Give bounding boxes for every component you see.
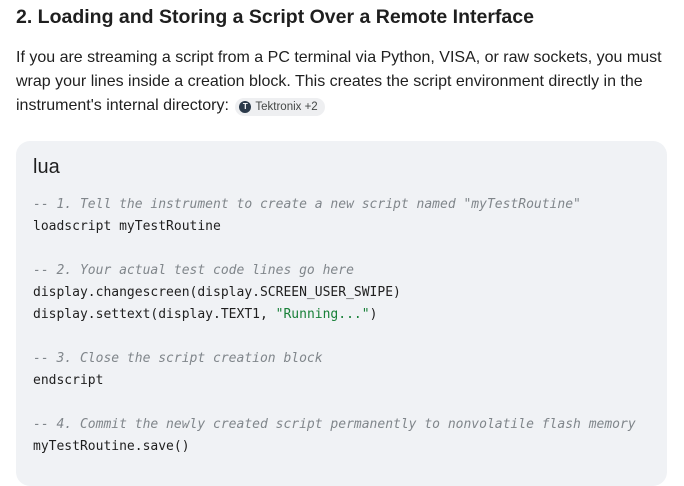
- code-token-code: display.changescreen(display.SCREEN_USER…: [33, 285, 401, 300]
- paragraph-text: If you are streaming a script from a PC …: [16, 49, 662, 114]
- code-token-code: myTestRoutine.save(): [33, 439, 190, 454]
- page: 2. Loading and Storing a Script Over a R…: [0, 0, 684, 486]
- tektronix-logo-icon: T: [239, 101, 252, 113]
- code-token-comment: -- 3. Close the script creation block: [33, 351, 323, 366]
- code-token-code: display.settext(display.TEXT1,: [33, 307, 276, 322]
- code-line: endscript: [33, 370, 636, 392]
- code-line: -- 2. Your actual test code lines go her…: [33, 260, 636, 282]
- code-line: -- 3. Close the script creation block: [33, 348, 636, 370]
- code-token-code: loadscript myTestRoutine: [33, 219, 221, 234]
- code-token-comment: -- 1. Tell the instrument to create a ne…: [33, 197, 581, 212]
- code-line: display.settext(display.TEXT1, "Running.…: [33, 304, 636, 326]
- section-paragraph: If you are streaming a script from a PC …: [16, 46, 676, 118]
- code-block: lua -- 1. Tell the instrument to create …: [16, 141, 667, 486]
- code-token-code: ): [369, 307, 378, 322]
- code-language-label: lua: [33, 156, 60, 178]
- source-chip[interactable]: T Tektronix +2: [235, 98, 325, 116]
- code-line: -- 4. Commit the newly created script pe…: [33, 414, 636, 436]
- code-line: -- 1. Tell the instrument to create a ne…: [33, 194, 636, 216]
- code-body[interactable]: -- 1. Tell the instrument to create a ne…: [33, 194, 636, 458]
- code-line: loadscript myTestRoutine: [33, 216, 636, 238]
- code-token-comment: -- 2. Your actual test code lines go her…: [33, 263, 354, 278]
- source-chip-label: Tektronix +2: [255, 101, 318, 113]
- code-token-string: "Running...": [275, 307, 370, 322]
- code-token-code: endscript: [33, 373, 104, 388]
- code-line: myTestRoutine.save(): [33, 436, 636, 458]
- code-line: display.changescreen(display.SCREEN_USER…: [33, 282, 636, 304]
- section-heading: 2. Loading and Storing a Script Over a R…: [16, 6, 534, 28]
- code-token-comment: -- 4. Commit the newly created script pe…: [33, 417, 636, 432]
